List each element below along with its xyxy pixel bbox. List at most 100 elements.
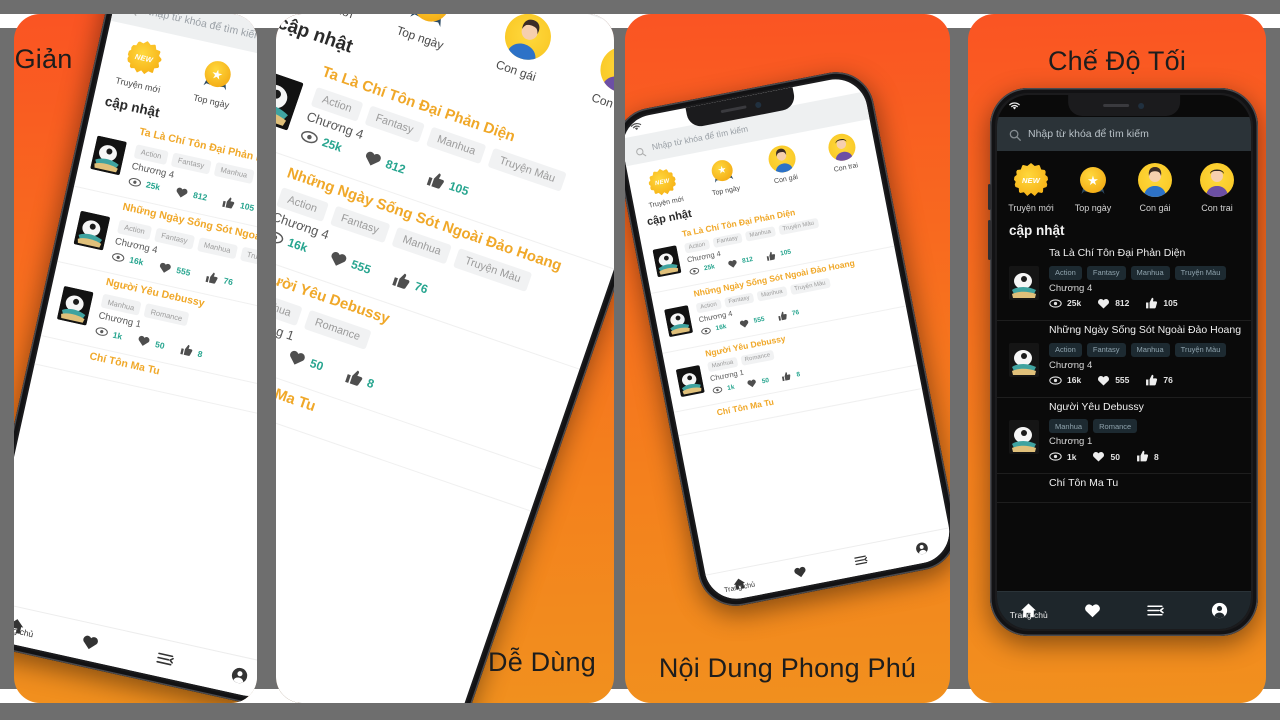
category-truyen-moi[interactable]: NEW Truyện mới: [1001, 163, 1061, 213]
tag[interactable]: Manhua: [1049, 419, 1089, 434]
heart-icon: [793, 567, 806, 578]
comic-thumbnail: [1009, 342, 1039, 377]
phone-frame: Nhập từ khóa để tìm kiếm NEW Truyện mới …: [625, 65, 950, 613]
nav-item-home[interactable]: Trang chủ: [14, 609, 55, 642]
thumbs-stat: 8: [781, 369, 801, 382]
search-icon: [125, 14, 139, 16]
comic-list[interactable]: Ta Là Chí Tôn Đại Phản Diện Action Fanta…: [997, 244, 1251, 503]
nav-item-account[interactable]: [890, 536, 950, 561]
tag[interactable]: Truyện Màu: [1174, 342, 1227, 357]
category-top-ngay[interactable]: ★ Top ngày: [174, 50, 256, 115]
nav-item-list[interactable]: [1124, 602, 1188, 619]
category-con-trai[interactable]: Con trai: [810, 128, 875, 177]
tag[interactable]: Manhua: [1130, 265, 1170, 280]
search-bar[interactable]: Nhập từ khóa để tìm kiếm: [997, 117, 1251, 151]
eye-icon: [1049, 452, 1062, 461]
comic-title[interactable]: Những Ngày Sống Sót Ngoài Đảo Hoang: [1009, 323, 1241, 339]
tag[interactable]: Manhua: [1130, 342, 1170, 357]
nav-item-list[interactable]: [829, 548, 892, 573]
category-con-gai[interactable]: Con gái: [751, 140, 816, 189]
tag[interactable]: Action: [1049, 265, 1082, 280]
phone-frame: Nhập từ khóa để tìm kiếm NEW Truyện mới …: [988, 88, 1258, 636]
comic-list[interactable]: Ta Là Chí Tôn Đại Phản Diện Action Fanta…: [34, 111, 257, 431]
comic-card[interactable]: Chí Tôn Ma Tu: [997, 474, 1251, 503]
phone-notch: [1068, 95, 1180, 116]
comic-title[interactable]: Chí Tôn Ma Tu: [1009, 476, 1239, 492]
comic-stats: 25k 812 105: [1009, 297, 1239, 310]
category-top-ngay[interactable]: ★ Top ngày: [691, 152, 756, 201]
comic-thumbnail: [1009, 266, 1039, 300]
volume-up-button[interactable]: [988, 184, 991, 210]
heart-icon: [290, 350, 306, 365]
volume-down-button[interactable]: [988, 220, 991, 260]
comic-tags: Manhua Romance: [1009, 419, 1239, 434]
heart-icon: [1098, 375, 1110, 386]
category-con-trai[interactable]: Con trai: [1187, 163, 1247, 213]
comic-card[interactable]: Những Ngày Sống Sót Ngoài Đảo Hoang Acti…: [997, 321, 1251, 398]
comic-card[interactable]: Người Yêu Debussy Manhua Romance Chương …: [997, 398, 1251, 475]
phone-mockup-2: Nhập từ khóa để tìm kiếm NEW Truyện mới …: [276, 14, 614, 703]
tag[interactable]: Truyện Màu: [1174, 265, 1227, 280]
tag[interactable]: Fantasy: [1086, 342, 1126, 357]
phone-mockup-3: Nhập từ khóa để tìm kiếm NEW Truyện mới …: [625, 65, 950, 613]
category-truyen-moi[interactable]: NEW Truyện mới: [101, 33, 183, 98]
comic-thumbnail: [675, 364, 705, 397]
comic-card[interactable]: Ta Là Chí Tôn Đại Phản Diện Action Fanta…: [997, 244, 1251, 321]
comic-thumbnail: [1009, 419, 1039, 454]
eye-icon: [112, 252, 125, 262]
category-con-gai[interactable]: Con gái: [1125, 163, 1185, 213]
views-stat: 16k: [700, 322, 727, 337]
nav-item-account[interactable]: [201, 659, 257, 692]
new-badge-icon: NEW: [124, 37, 165, 78]
nav-item-favorites[interactable]: [768, 560, 831, 585]
list-sort-icon: [156, 652, 174, 666]
nav-item-home[interactable]: Trang chủ: [997, 602, 1061, 620]
views-stat: 25k: [688, 262, 715, 277]
heart-icon: [1084, 604, 1100, 618]
comic-title[interactable]: Ta Là Chí Tôn Đại Phản Diện: [1009, 246, 1239, 262]
screenshot-carousel: Giản Nhập từ khóa để tìm kiếm NEW Truyện…: [0, 0, 1280, 720]
tag[interactable]: Fantasy: [1086, 265, 1126, 280]
wifi-icon: [630, 121, 643, 132]
girl-avatar-icon: [1138, 163, 1172, 197]
panel-2: Dễ Dùng Top ngày Con gái Con cập nhật Ta…: [276, 14, 614, 703]
phone-screen: Nhập từ khóa để tìm kiếm NEW Truyện mới …: [997, 95, 1251, 629]
heart-icon: [139, 336, 150, 347]
medal-star-icon: ★: [706, 155, 738, 187]
likes-stat: 812: [727, 255, 754, 270]
girl-avatar-icon: [498, 14, 557, 66]
comic-chapter: Chương 4: [1049, 282, 1093, 294]
eye-icon: [1049, 299, 1062, 308]
nav-item-list[interactable]: [126, 643, 204, 676]
tag[interactable]: Romance: [1093, 419, 1138, 434]
nav-item-favorites[interactable]: [1061, 602, 1125, 619]
views-stat: 16k: [1049, 374, 1081, 387]
panel-4-title: Chế Độ Tối: [1047, 46, 1187, 76]
search-icon: [634, 143, 647, 157]
views-stat: 1k: [712, 382, 736, 396]
heart-icon: [160, 262, 172, 273]
panel-4: Chế Độ Tối Nhập từ khóa để tìm kiếm NEW …: [968, 14, 1266, 703]
nav-item-account[interactable]: [1188, 602, 1252, 619]
search-input[interactable]: Nhập từ khóa để tìm kiếm: [1028, 128, 1149, 140]
search-icon: [1009, 128, 1021, 141]
nav-item-favorites[interactable]: [51, 626, 129, 659]
nav-item-home[interactable]: Trang chủ: [707, 572, 770, 597]
eye-icon: [128, 177, 142, 187]
medal-star-icon: ★: [1076, 163, 1110, 197]
wifi-icon: [1009, 101, 1020, 111]
tag[interactable]: Action: [1049, 342, 1082, 357]
category-top-ngay[interactable]: ★ Top ngày: [1063, 163, 1123, 213]
bottom-nav: Trang chủ: [14, 598, 257, 702]
comic-title[interactable]: Người Yêu Debussy: [1009, 400, 1239, 416]
category-truyen-moi[interactable]: NEW Truyện mới: [631, 163, 696, 212]
front-camera: [1138, 102, 1145, 109]
thumbs-up-icon: [426, 172, 445, 189]
eye-icon: [95, 327, 108, 337]
phone-frame: Nhập từ khóa để tìm kiếm NEW Truyện mới …: [14, 14, 257, 703]
new-badge-icon: NEW: [1014, 163, 1048, 196]
account-icon: [1211, 602, 1227, 619]
bottom-nav: Trang chủ: [997, 591, 1251, 629]
phone-screen: Nhập từ khóa để tìm kiếm NEW Truyện mới …: [14, 14, 257, 702]
category-row: NEW Truyện mới ★ Top ngày: [997, 151, 1251, 221]
